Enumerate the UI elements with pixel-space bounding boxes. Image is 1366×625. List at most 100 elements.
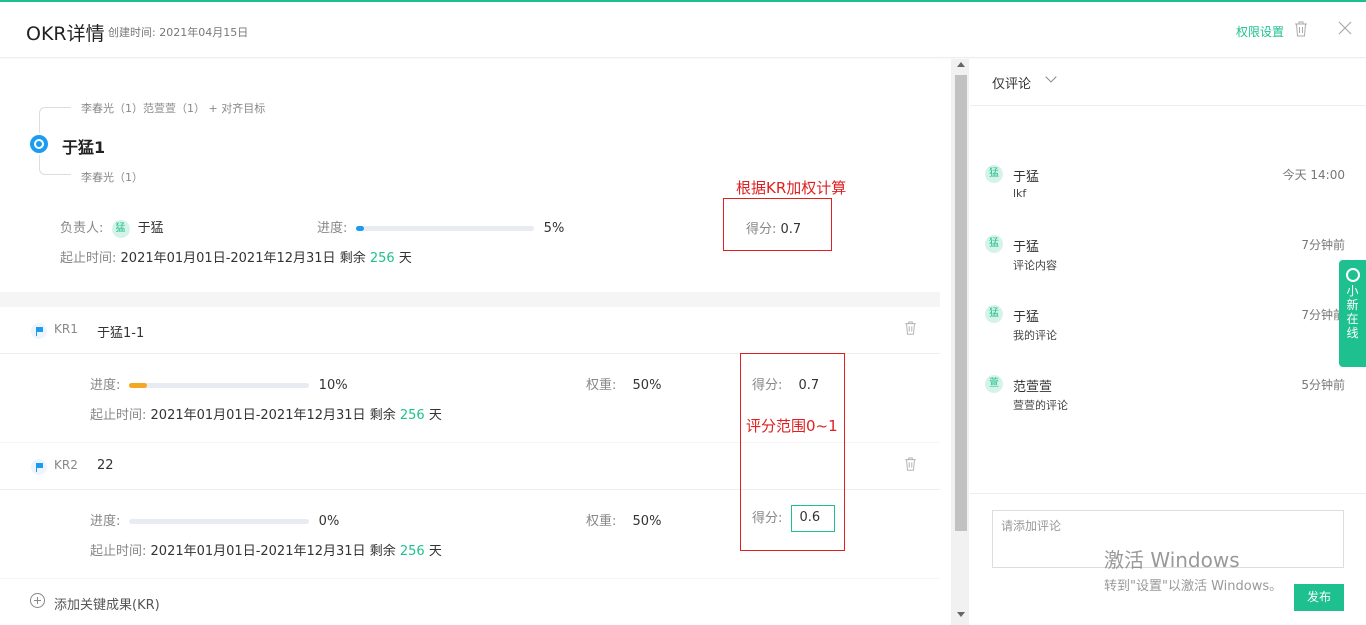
avatar: 猛 — [985, 165, 1003, 183]
score-input[interactable]: 0.6 — [790, 505, 835, 532]
chevron-down-icon — [1045, 71, 1057, 83]
comment-body: lkf — [1013, 187, 1027, 200]
remain-days: 256 — [399, 408, 425, 423]
avatar: 猛 — [111, 219, 130, 238]
kr-time-range: 起止时间: 2021年01月01日-2021年12月31日 剩余 256 天 — [90, 540, 442, 559]
avatar: 猛 — [985, 235, 1003, 253]
online-support-tab[interactable]: 小新在线 — [1339, 260, 1366, 367]
time-range: 2021年01月01日-2021年12月31日 — [150, 408, 366, 423]
remain-label: 剩余 — [369, 408, 396, 423]
comments-panel: 仅评论 猛 于猛 今天 14:00 lkf 猛 于猛 7分钟前 评论内容 猛 于… — [970, 59, 1366, 625]
progress-value: 10% — [318, 378, 348, 393]
days-unit: 天 — [398, 251, 412, 266]
days-unit: 天 — [428, 408, 442, 423]
avatar: 萱 — [985, 375, 1003, 393]
objective-time-range: 起止时间: 2021年01月01日-2021年12月31日 剩余 256 天 — [60, 247, 412, 266]
kr-progress: 进度: 10% — [90, 374, 348, 393]
tree-connector-child — [39, 155, 71, 175]
kr-name[interactable]: 于猛1-1 — [97, 322, 144, 341]
kr-name[interactable]: 22 — [97, 458, 114, 473]
trash-icon[interactable] — [904, 457, 917, 471]
trash-icon[interactable] — [1294, 21, 1308, 37]
permission-settings-link[interactable]: 权限设置 — [1236, 23, 1284, 40]
comment-item: 猛 于猛 7分钟前 评论内容 — [985, 235, 1355, 285]
objective-score-box: 得分: 0.7 — [723, 198, 832, 251]
kr-weight: 权重: 50% — [586, 374, 661, 393]
progress-label: 进度: — [317, 221, 348, 236]
parent-objectives: 李春光（1）范萱萱（1） + 对齐目标 — [81, 100, 265, 116]
scroll-down-icon[interactable] — [957, 612, 965, 617]
score-label: 得分: — [746, 222, 777, 237]
objective-card: 李春光（1）范萱萱（1） + 对齐目标 于猛1 李春光（1） 负责人: 猛 于猛… — [0, 59, 940, 292]
owner-label: 负责人: — [60, 221, 104, 236]
created-label: 创建时间: — [108, 26, 156, 39]
comment-input-area: 请添加评论 发布 — [970, 493, 1366, 625]
progress-bar — [128, 383, 309, 388]
child-objectives[interactable]: 李春光（1） — [81, 169, 143, 185]
score-label: 得分: — [752, 511, 783, 526]
comment-author: 于猛 — [1013, 240, 1040, 255]
tree-connector-parent — [39, 107, 71, 133]
kr-score: 得分: 0.7 — [752, 374, 819, 393]
comment-body: 我的评论 — [1013, 329, 1057, 342]
publish-button[interactable]: 发布 — [1294, 584, 1344, 611]
progress-label: 进度: — [90, 378, 121, 393]
owner-name: 于猛 — [137, 221, 164, 236]
comment-input[interactable]: 请添加评论 — [992, 510, 1344, 568]
header: OKR详情 创建时间: 2021年04月15日 权限设置 — [0, 2, 1366, 58]
weight-label: 权重: — [586, 514, 617, 529]
comment-filter-dropdown[interactable]: 仅评论 — [970, 59, 1366, 106]
objective-progress: 进度: 5% — [317, 217, 564, 236]
trash-icon[interactable] — [904, 321, 917, 335]
scroll-thumb[interactable] — [955, 75, 967, 531]
score-value: 0.7 — [780, 222, 802, 237]
created-time: 创建时间: 2021年04月15日 — [108, 24, 248, 40]
progress-label: 进度: — [90, 514, 121, 529]
filter-label: 仅评论 — [992, 77, 1032, 92]
headset-icon — [1345, 268, 1360, 282]
okr-detail-panel: 李春光（1）范萱萱（1） + 对齐目标 于猛1 李春光（1） 负责人: 猛 于猛… — [0, 59, 940, 625]
created-date: 2021年04月15日 — [159, 26, 249, 39]
kr-time-range: 起止时间: 2021年01月01日-2021年12月31日 剩余 256 天 — [90, 404, 442, 423]
comment-time: 今天 14:00 — [1282, 168, 1345, 182]
comment-time: 5分钟前 — [1301, 378, 1345, 392]
parent-objectives-text[interactable]: 李春光（1）范萱萱（1） — [81, 102, 205, 115]
avatar: 猛 — [985, 305, 1003, 323]
add-kr-label: 添加关键成果(KR) — [54, 598, 160, 613]
comment-body: 评论内容 — [1013, 259, 1057, 272]
close-icon[interactable] — [1338, 21, 1352, 35]
time-label: 起止时间: — [90, 544, 147, 559]
score-label: 得分: — [752, 378, 783, 393]
plus-circle-icon — [30, 593, 45, 608]
days-unit: 天 — [428, 544, 442, 559]
weighted-annotation: 根据KR加权计算 — [736, 179, 847, 197]
align-objective-button[interactable]: + 对齐目标 — [209, 102, 266, 115]
owner-row: 负责人: 猛 于猛 — [60, 217, 164, 238]
comment-time: 7分钟前 — [1301, 238, 1345, 252]
scrollbar[interactable] — [951, 59, 969, 625]
comment-author: 于猛 — [1013, 310, 1040, 325]
weight-value: 50% — [632, 514, 662, 529]
kr-code: KR2 — [54, 458, 78, 472]
score-value[interactable]: 0.7 — [799, 378, 820, 393]
comment-item: 猛 于猛 7分钟前 我的评论 — [985, 305, 1355, 355]
comment-author: 于猛 — [1013, 170, 1040, 185]
weight-label: 权重: — [586, 378, 617, 393]
comment-item: 猛 于猛 今天 14:00 lkf — [985, 165, 1355, 215]
remain-days: 256 — [369, 251, 395, 266]
kr-card-2: KR2 22 进度: 0% 权重: 50% 得分: 0.6 起止时间: 2021… — [0, 443, 940, 578]
time-label: 起止时间: — [90, 408, 147, 423]
comment-body: 萱萱的评论 — [1013, 399, 1068, 412]
kr-header: KR1 于猛1-1 — [0, 307, 940, 354]
scroll-up-icon[interactable] — [957, 62, 965, 67]
objective-title: 于猛1 — [62, 138, 106, 157]
kr-weight: 权重: 50% — [586, 510, 661, 529]
flag-icon — [31, 459, 47, 475]
remain-label: 剩余 — [369, 544, 396, 559]
remain-label: 剩余 — [339, 251, 366, 266]
time-range: 2021年01月01日-2021年12月31日 — [150, 544, 366, 559]
progress-value: 0% — [318, 514, 340, 529]
kr-header: KR2 22 — [0, 443, 940, 490]
add-kr-button[interactable]: 添加关键成果(KR) — [0, 579, 940, 625]
progress-fill — [128, 383, 147, 388]
